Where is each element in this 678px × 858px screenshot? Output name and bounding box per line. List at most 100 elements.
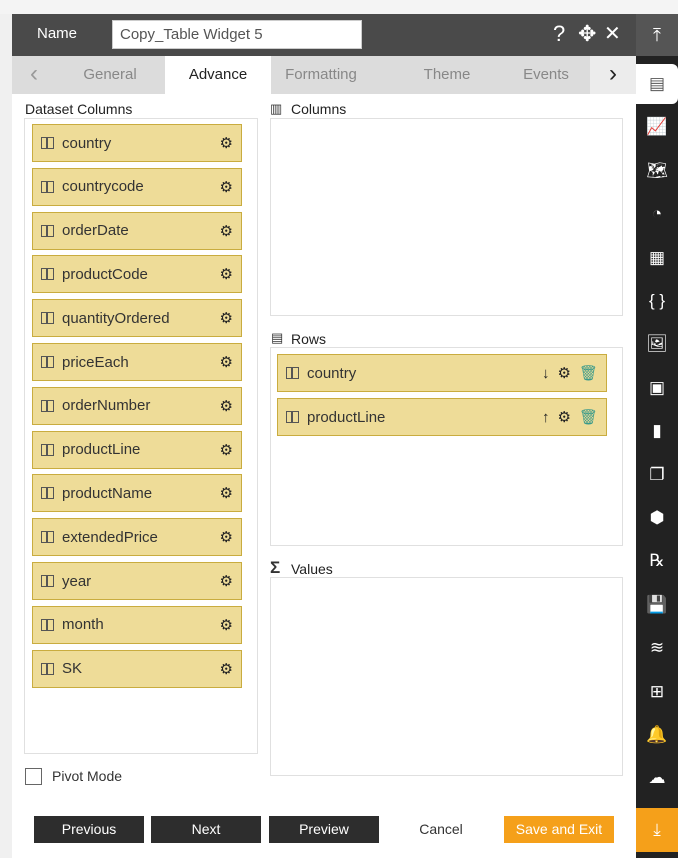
- document-icon[interactable]: ▦: [636, 238, 678, 278]
- tab-general[interactable]: General: [60, 56, 160, 94]
- dataset-column-item[interactable]: countrycode ⚙: [32, 167, 242, 206]
- dataset-column-label: priceEach: [62, 353, 129, 371]
- dataset-column-item[interactable]: SK ⚙: [32, 649, 242, 688]
- column-icon: [286, 367, 299, 379]
- gear-icon[interactable]: ⚙: [220, 353, 233, 371]
- dataset-column-label: productName: [62, 484, 153, 502]
- gear-icon[interactable]: ⚙: [220, 441, 233, 459]
- scroll-top-icon[interactable]: ⤒: [636, 14, 678, 56]
- row-item-country[interactable]: country ↓ ⚙ 🗑: [277, 354, 607, 392]
- layout-icon[interactable]: ▣: [636, 368, 678, 408]
- column-icon: [41, 137, 54, 149]
- column-icon: [41, 662, 54, 675]
- dataset-column-item[interactable]: year ⚙: [32, 562, 242, 600]
- preview-button[interactable]: Preview: [269, 816, 379, 843]
- dataset-column-label: country: [62, 134, 112, 152]
- add-widget-icon[interactable]: ⊞: [636, 672, 678, 712]
- tab-advance[interactable]: Advance: [165, 56, 271, 94]
- scroll-bottom-icon[interactable]: ⤓: [636, 808, 678, 852]
- move-icon[interactable]: ✥: [578, 22, 596, 46]
- row-item-label: productLine: [307, 408, 386, 426]
- columns-icon: ▥: [270, 101, 283, 116]
- dataset-column-item[interactable]: productCode ⚙: [32, 255, 242, 294]
- column-icon: [41, 268, 54, 281]
- rows-title: Rows: [291, 331, 327, 347]
- dataset-column-item[interactable]: productLine ⚙: [32, 430, 242, 469]
- column-icon: [41, 618, 54, 631]
- cubes-icon[interactable]: ⬢: [636, 498, 678, 538]
- trash-icon[interactable]: 🗑: [579, 364, 598, 382]
- gear-icon[interactable]: ⚙: [220, 222, 233, 240]
- column-icon: [41, 224, 54, 237]
- columns-dropzone[interactable]: [270, 118, 623, 316]
- top-toolbar-strip: [0, 0, 678, 14]
- pivot-mode-checkbox[interactable]: [25, 768, 42, 785]
- gear-icon[interactable]: ⚙: [220, 484, 233, 502]
- gear-icon[interactable]: ⚙: [220, 309, 233, 327]
- column-icon: [41, 312, 54, 325]
- dataset-column-item[interactable]: quantityOrdered ⚙: [32, 299, 242, 338]
- name-input[interactable]: [112, 20, 362, 49]
- row-item-label: country: [307, 364, 357, 382]
- gear-icon[interactable]: ⚙: [220, 572, 233, 590]
- gear-icon[interactable]: ⚙: [558, 364, 571, 382]
- cloud-upload-icon[interactable]: ☁: [636, 758, 678, 798]
- name-label: Name: [37, 25, 78, 42]
- cancel-button[interactable]: Cancel: [386, 816, 496, 843]
- column-icon: [41, 356, 54, 368]
- bar-chart-icon[interactable]: ▮: [636, 411, 678, 451]
- column-icon: [41, 487, 54, 500]
- pie-doc-icon[interactable]: ◔: [636, 194, 678, 234]
- tab-scroll-left-icon[interactable]: ‹: [22, 56, 46, 94]
- tab-theme[interactable]: Theme: [397, 56, 497, 94]
- rows-icon: ▤: [271, 330, 284, 345]
- image-icon[interactable]: 🖼: [636, 324, 678, 364]
- gear-icon[interactable]: ⚙: [220, 397, 233, 415]
- dataset-column-item[interactable]: priceEach ⚙: [32, 343, 242, 381]
- alert-icon[interactable]: 🔔: [636, 715, 678, 755]
- column-icon: [41, 531, 54, 544]
- table-icon[interactable]: ▤: [636, 64, 678, 104]
- previous-button[interactable]: Previous: [34, 816, 144, 843]
- dataset-column-item[interactable]: month ⚙: [32, 605, 242, 644]
- dataset-column-item[interactable]: extendedPrice ⚙: [32, 518, 242, 557]
- trash-icon[interactable]: 🗑: [579, 408, 598, 426]
- dataset-column-item[interactable]: country ⚙: [32, 124, 242, 162]
- gear-icon[interactable]: ⚙: [220, 660, 233, 678]
- dataset-column-item[interactable]: orderNumber ⚙: [32, 386, 242, 425]
- save-icon[interactable]: 💾: [636, 585, 678, 625]
- sort-ascending-icon[interactable]: ↑: [542, 409, 550, 426]
- layers-icon[interactable]: ≋: [636, 628, 678, 668]
- dataset-column-label: month: [62, 616, 104, 634]
- dataset-column-label: extendedPrice: [62, 528, 158, 546]
- tab-formatting[interactable]: Formatting: [271, 56, 371, 94]
- rx-icon[interactable]: ℞: [636, 541, 678, 581]
- tab-scroll-right-icon[interactable]: ›: [590, 56, 636, 94]
- dataset-column-label: orderDate: [62, 222, 129, 240]
- dataset-column-label: orderNumber: [62, 397, 151, 415]
- column-icon: [286, 411, 299, 423]
- sort-descending-icon[interactable]: ↓: [542, 365, 550, 382]
- row-item-productline[interactable]: productLine ↑ ⚙ 🗑: [277, 398, 607, 436]
- help-icon[interactable]: ?: [553, 22, 565, 46]
- gear-icon[interactable]: ⚙: [220, 178, 233, 196]
- dataset-column-item[interactable]: orderDate ⚙: [32, 211, 242, 250]
- gear-icon[interactable]: ⚙: [220, 616, 233, 634]
- pivot-mode-label: Pivot Mode: [52, 768, 123, 784]
- values-dropzone[interactable]: [270, 577, 623, 776]
- map-icon[interactable]: 🗺: [636, 151, 678, 191]
- braces-icon[interactable]: { }: [636, 281, 678, 321]
- tab-events[interactable]: Events: [496, 56, 596, 94]
- save-and-exit-button[interactable]: Save and Exit: [504, 816, 614, 843]
- next-button[interactable]: Next: [151, 816, 261, 843]
- close-icon[interactable]: ✕: [604, 22, 621, 46]
- gear-icon[interactable]: ⚙: [220, 134, 233, 152]
- gear-icon[interactable]: ⚙: [220, 265, 233, 283]
- dataset-column-item[interactable]: productName ⚙: [32, 474, 242, 513]
- line-chart-icon[interactable]: 📈: [636, 107, 678, 147]
- dataset-column-label: countrycode: [62, 178, 144, 196]
- column-icon: [41, 443, 54, 456]
- gear-icon[interactable]: ⚙: [558, 408, 571, 426]
- gear-icon[interactable]: ⚙: [220, 528, 233, 546]
- copy-icon[interactable]: ❐: [636, 455, 678, 495]
